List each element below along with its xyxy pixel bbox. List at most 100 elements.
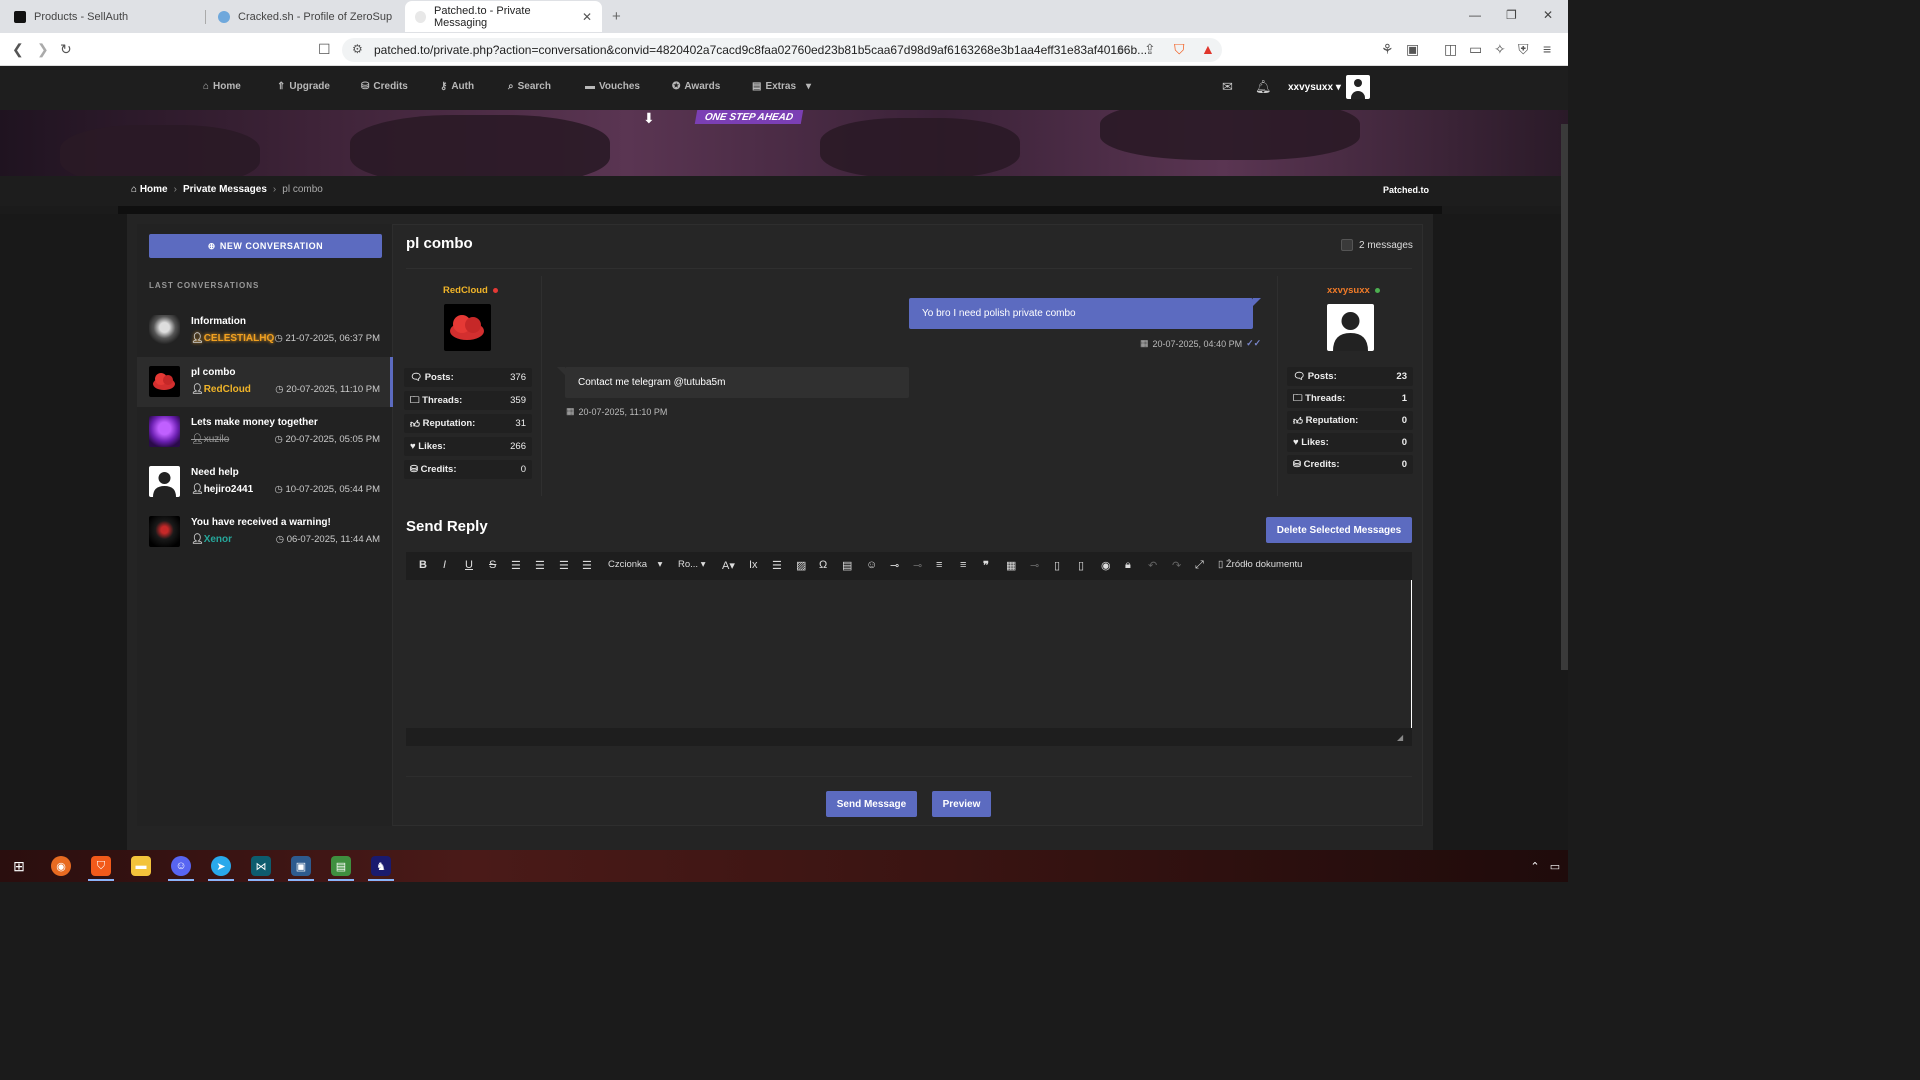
image-icon[interactable]: ▨ (796, 559, 806, 572)
tab-search-icon[interactable]: ▣ (1406, 41, 1419, 58)
redo-icon[interactable]: ↷ (1172, 559, 1181, 572)
nav-awards[interactable]: ✪ Awards (672, 81, 720, 92)
conversation-author[interactable]: 👤︎RedCloud (191, 384, 251, 395)
conversation-author[interactable]: 👤︎Xenor (191, 534, 232, 545)
nav-extras[interactable]: ▤ Extras ▾ (752, 81, 811, 92)
brave-rewards-icon[interactable]: ▲ (1201, 41, 1215, 57)
chevron-up-icon[interactable]: ⌃ (1525, 856, 1545, 876)
recipient-username[interactable]: xxvysuxx (1327, 285, 1380, 296)
browser-tab[interactable]: Cracked.sh - Profile of ZeroSup (208, 1, 404, 32)
minimize-icon[interactable]: — (1469, 8, 1481, 22)
justify-icon[interactable]: ☰ (582, 559, 592, 572)
brave-shields-icon[interactable]: ⛉ (1174, 41, 1185, 58)
conversation-item[interactable]: Need help 👤︎hejiro2441 ◷ 10-07-2025, 05:… (137, 457, 393, 507)
notepad-icon[interactable]: ▤ (331, 856, 351, 876)
conversation-author[interactable]: 👤︎CELESTIALHQ (191, 333, 274, 344)
undo-icon[interactable]: ↶ (1148, 559, 1157, 572)
text-color-icon[interactable]: A▾ (722, 559, 735, 572)
source-button[interactable]: ▯ Źródło dokumentu (1218, 559, 1302, 570)
conversation-author[interactable]: 👤︎xuzilo (191, 434, 229, 445)
preview-button[interactable]: Preview (932, 791, 991, 817)
breadcrumb-private-messages[interactable]: Private Messages (183, 184, 267, 195)
conversation-item[interactable]: Lets make money together 👤︎xuzilo ◷ 20-0… (137, 407, 393, 457)
back-icon[interactable]: ❮ (12, 41, 24, 58)
zoom-icon[interactable]: ⌕ (1117, 41, 1125, 58)
align-right-icon[interactable]: ☰ (559, 559, 569, 572)
message-outgoing[interactable]: Yo bro I need polish private combo (909, 298, 1261, 329)
site-settings-icon[interactable]: ⚙ (352, 42, 363, 56)
conversation-item[interactable]: You have received a warning! 👤︎Xenor ◷ 0… (137, 507, 393, 557)
numbered-list-icon[interactable]: ≡ (936, 559, 942, 571)
conversation-item-active[interactable]: pl combo 👤︎RedCloud ◷ 20-07-2025, 11:10 … (137, 357, 393, 407)
extensions-icon[interactable]: ⚘ (1381, 41, 1394, 58)
nav-vouches[interactable]: ▬ Vouches (585, 81, 640, 92)
new-tab-icon[interactable]: + (612, 8, 621, 25)
horizontal-rule-icon[interactable]: ☰ (772, 559, 782, 572)
message-incoming[interactable]: Contact me telegram @tutuba5m (557, 367, 909, 398)
underline-icon[interactable]: U (465, 559, 473, 571)
italic-icon[interactable]: I (443, 559, 446, 571)
paste-icon[interactable]: ▯ (1054, 559, 1060, 572)
vpn-icon[interactable]: ⛨ (1518, 41, 1529, 58)
bookmark-icon[interactable]: ☐ (318, 41, 331, 58)
font-family-select[interactable]: Czcionka ▾ (608, 559, 662, 570)
select-all-checkbox[interactable] (1341, 239, 1353, 251)
app-icon[interactable]: ♞ (371, 856, 391, 876)
leo-ai-icon[interactable]: ✧ (1494, 41, 1506, 58)
menu-icon[interactable]: ≡ (1543, 41, 1551, 57)
sender-avatar[interactable] (444, 304, 491, 351)
unlink-icon[interactable]: ⊸ (913, 559, 922, 572)
align-left-icon[interactable]: ☰ (511, 559, 521, 572)
page-scrollbar[interactable] (1561, 124, 1568, 670)
strikethrough-icon[interactable]: S (489, 559, 496, 571)
code-icon[interactable]: ▦ (1006, 559, 1016, 572)
maximize-icon[interactable]: ⤢ (1195, 559, 1204, 572)
remove-format-icon[interactable]: Ix (749, 559, 758, 571)
resize-handle-icon[interactable]: ◢ (1397, 733, 1403, 742)
notifications-icon[interactable]: 🔔︎ (1255, 79, 1272, 95)
user-menu[interactable]: xxvysuxx ▾ (1288, 82, 1341, 93)
nav-search[interactable]: ⌕ Search (508, 81, 551, 92)
special-char-icon[interactable]: Ω (819, 559, 827, 571)
messages-icon[interactable]: ✉ (1222, 79, 1233, 95)
breadcrumb-home[interactable]: ⌂ Home (131, 184, 168, 195)
font-size-select[interactable]: Ro... ▾ (678, 559, 705, 570)
nav-credits[interactable]: ⛁ Credits (361, 81, 408, 92)
hide-icon[interactable]: ◉ (1101, 559, 1111, 572)
windows-start-icon[interactable]: ⊞ (9, 856, 29, 876)
lock-icon[interactable]: 🔒︎ (1125, 559, 1131, 572)
video-icon[interactable]: ▤ (842, 559, 852, 572)
telegram-icon[interactable]: ➤ (211, 856, 231, 876)
align-center-icon[interactable]: ☰ (535, 559, 545, 572)
address-bar[interactable]: ⚙ patched.to/private.php?action=conversa… (342, 38, 1222, 62)
quote-icon[interactable]: ❞ (983, 559, 989, 572)
paste-text-icon[interactable]: ▯ (1078, 559, 1084, 572)
browser-tab-active[interactable]: Patched.to - Private Messaging ✕ (405, 1, 602, 32)
sidebar-icon[interactable]: ◫ (1444, 41, 1457, 58)
conversation-item[interactable]: Information 👤︎CELESTIALHQ ◷ 21-07-2025, … (137, 306, 393, 356)
reload-icon[interactable]: ↻ (60, 41, 72, 58)
restore-icon[interactable]: ❐ (1506, 8, 1517, 22)
close-tab-icon[interactable]: ✕ (582, 10, 592, 24)
delete-selected-button[interactable]: Delete Selected Messages (1266, 517, 1412, 543)
nav-upgrade[interactable]: ⇑ Upgrade (277, 81, 330, 92)
discord-icon[interactable]: ☺ (171, 856, 191, 876)
conversation-author[interactable]: 👤︎hejiro2441 (191, 484, 253, 495)
app-icon[interactable]: ▣ (291, 856, 311, 876)
bulleted-list-icon[interactable]: ≡ (960, 559, 966, 571)
wallet-icon[interactable]: ▭ (1469, 41, 1482, 58)
notification-center-icon[interactable]: ▭ (1545, 856, 1565, 876)
emoji-icon[interactable]: ☺ (866, 559, 877, 571)
send-message-button[interactable]: Send Message (826, 791, 917, 817)
anchor-icon[interactable]: ⊸ (1030, 559, 1039, 572)
vscode-icon[interactable]: ⋈ (251, 856, 271, 876)
file-explorer-icon[interactable]: ▬ (131, 856, 151, 876)
link-icon[interactable]: ⊸ (890, 559, 899, 572)
nav-auth[interactable]: ⚷ Auth (440, 81, 474, 92)
share-icon[interactable]: ⇪ (1144, 41, 1156, 58)
bold-icon[interactable]: B (419, 559, 427, 571)
browser-tab[interactable]: Products - SellAuth (4, 1, 202, 32)
new-conversation-button[interactable]: ⊕ NEW CONVERSATION (149, 234, 382, 258)
recipient-avatar[interactable] (1327, 304, 1374, 351)
nav-home[interactable]: ⌂ Home (203, 81, 241, 92)
